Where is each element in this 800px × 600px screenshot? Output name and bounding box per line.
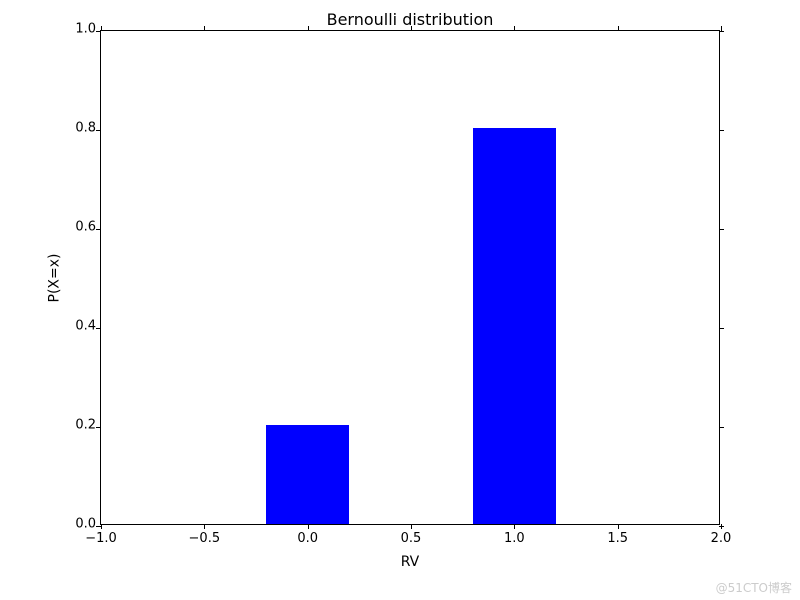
ytick-mark [719,427,724,428]
bar-1 [473,128,556,524]
ytick-mark [96,130,101,131]
ytick-mark [719,31,724,32]
xtick-mark [308,26,309,31]
ytick-mark [96,526,101,527]
ytick-label: 0.8 [66,121,96,136]
ytick-label: 0.0 [66,517,96,532]
xtick-label: −1.0 [85,531,117,546]
ytick-mark [96,427,101,428]
xtick-mark [411,524,412,529]
xtick-mark [204,524,205,529]
ytick-mark [719,526,724,527]
ytick-label: 0.2 [66,418,96,433]
xtick-mark [308,524,309,529]
ytick-mark [96,31,101,32]
xtick-mark [514,26,515,31]
xtick-label: 1.5 [607,531,628,546]
xtick-mark [514,524,515,529]
ytick-mark [719,328,724,329]
bar-0 [266,425,349,524]
ytick-label: 0.4 [66,319,96,334]
chart-title: Bernoulli distribution [100,10,720,29]
xtick-mark [101,524,102,529]
ytick-label: 0.6 [66,220,96,235]
chart-container: Bernoulli distribution −1.0−0.50.00.51.0… [100,30,720,525]
ytick-mark [96,328,101,329]
xtick-label: 2.0 [711,531,732,546]
xtick-label: −0.5 [189,531,221,546]
xtick-label: 0.5 [401,531,422,546]
xtick-mark [618,524,619,529]
watermark: @51CTO博客 [716,579,792,596]
ytick-label: 1.0 [66,22,96,37]
xtick-label: 1.0 [504,531,525,546]
xtick-mark [618,26,619,31]
xtick-label: 0.0 [297,531,318,546]
xtick-mark [204,26,205,31]
plot-area: −1.0−0.50.00.51.01.52.0 0.00.20.40.60.81… [100,30,720,525]
ytick-mark [96,229,101,230]
ytick-mark [719,229,724,230]
x-axis-label: RV [100,554,720,570]
xtick-mark [411,26,412,31]
xtick-mark [101,26,102,31]
y-axis-label: P(X=x) [46,253,62,302]
ytick-mark [719,130,724,131]
